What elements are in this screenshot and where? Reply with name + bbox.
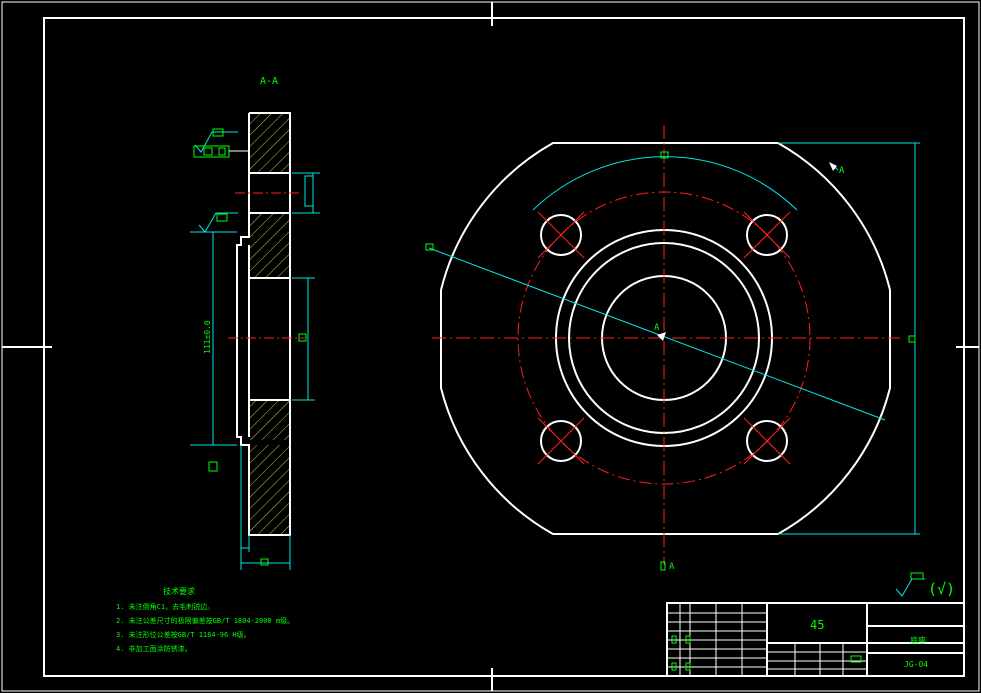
roughness-note: (√) (928, 580, 955, 598)
section-view: A-A 111±0.0 (190, 76, 320, 570)
section-label: A-A (260, 76, 278, 87)
tech-item-3: 3. 未注形位公差按GB/T 1184-96 H级。 (116, 630, 251, 639)
drawing-no-text: JG-04 (904, 660, 928, 669)
cut-label-bottom: A (669, 562, 675, 572)
center-label: A (654, 323, 660, 333)
sheet-frame (1, 1, 980, 692)
tech-item-4: 4. 非加工面涂防锈漆。 (116, 644, 192, 653)
general-roughness: (√) (895, 572, 955, 598)
part-name-text: 底座 (910, 635, 926, 645)
view-marker-label: A (839, 166, 845, 176)
front-view: A A A (425, 125, 920, 572)
tech-requirements: 技术要求 1. 未注倒角C1，去毛刺锐边。 2. 未注公差尺寸的极限偏差按GB/… (116, 586, 294, 653)
material-text: 45 (810, 618, 824, 632)
title-block: 45 底座 JG-04 (666, 602, 965, 677)
vertical-dim-text: 111±0.0 (203, 320, 212, 354)
tech-item-2: 2. 未注公差尺寸的极限偏差按GB/T 1804-2000 m级。 (116, 616, 294, 625)
tech-item-1: 1. 未注倒角C1，去毛刺锐边。 (116, 602, 214, 611)
tech-title: 技术要求 (163, 586, 195, 596)
cad-drawing: A-A 111±0.0 A A A 技术要求 1. 未注倒角C1，去毛刺锐边。 … (1, 1, 980, 692)
